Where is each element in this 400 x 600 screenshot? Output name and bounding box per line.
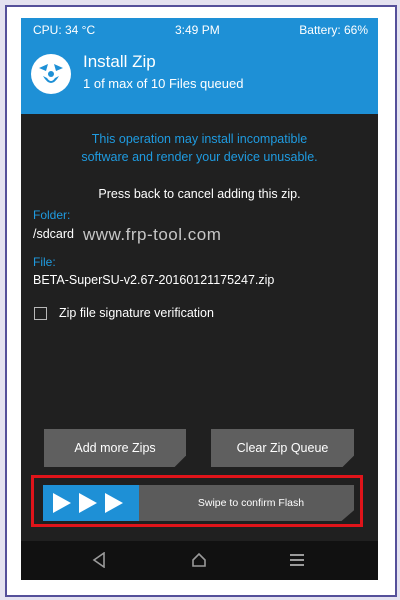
twrp-logo-icon	[31, 54, 71, 94]
menu-icon[interactable]	[289, 552, 305, 568]
page-header: Install Zip 1 of max of 10 Files queued	[21, 42, 378, 114]
navigation-bar	[21, 541, 378, 580]
signature-verification-checkbox[interactable]	[34, 307, 47, 320]
folder-label: Folder:	[33, 208, 71, 222]
clock: 3:49 PM	[175, 23, 220, 37]
clear-zip-queue-button[interactable]: Clear Zip Queue	[211, 429, 354, 467]
status-bar: CPU: 34 °C 3:49 PM Battery: 66%	[21, 18, 378, 42]
swipe-handle[interactable]	[43, 485, 139, 521]
file-label: File:	[33, 255, 56, 269]
folder-path: /sdcard	[33, 227, 74, 241]
warning-line-2: software and render your device unusable…	[81, 150, 318, 164]
queue-count: 1 of max of 10 Files queued	[83, 76, 244, 91]
signature-verification-label[interactable]: Zip file signature verification	[59, 306, 214, 320]
file-name: BETA-SuperSU-v2.67-20160121175247.zip	[33, 273, 275, 287]
twrp-screen: CPU: 34 °C 3:49 PM Battery: 66% Install …	[21, 18, 378, 580]
add-more-zips-button[interactable]: Add more Zips	[44, 429, 186, 467]
triple-arrow-icon	[53, 493, 123, 513]
warning-message: This operation may install incompatible …	[21, 130, 378, 166]
watermark-text: www.frp-tool.com	[83, 225, 222, 244]
back-icon[interactable]	[92, 552, 106, 568]
instruction-text: Press back to cancel adding this zip.	[98, 187, 301, 201]
swipe-label: Swipe to confirm Flash	[197, 497, 305, 509]
warning-line-1: This operation may install incompatible	[91, 132, 308, 146]
battery-level: Battery: 66%	[299, 23, 368, 37]
cpu-temperature: CPU: 34 °C	[33, 23, 96, 37]
home-icon[interactable]	[191, 552, 207, 568]
page-title: Install Zip	[83, 52, 156, 71]
